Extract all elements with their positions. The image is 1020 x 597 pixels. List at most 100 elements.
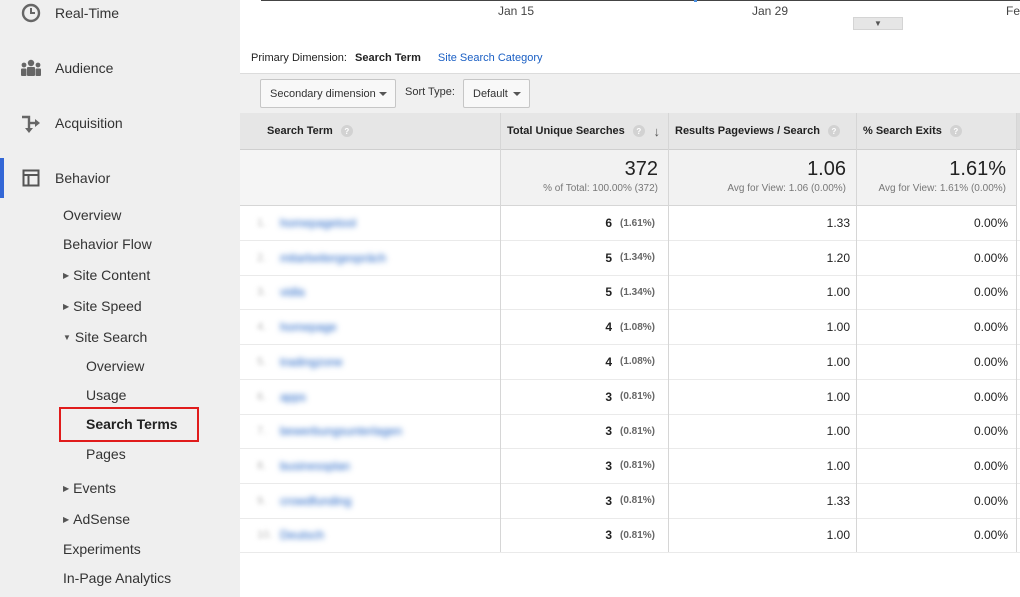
search-term-link[interactable]: apps — [280, 380, 306, 414]
unique-searches-percent: (1.34%) — [620, 252, 656, 264]
totals-search-exits-sub: Avg for View: 1.61% (0.00%) — [878, 183, 1006, 194]
search-term-link[interactable]: tradingzone — [280, 345, 343, 379]
nav-site-content[interactable]: ▶ Site Content — [63, 267, 150, 283]
primary-dimension-link-site-search-category[interactable]: Site Search Category — [438, 52, 543, 64]
header-results-pageviews-label: Results Pageviews / Search — [675, 125, 820, 137]
nav-site-search-overview[interactable]: Overview — [86, 358, 144, 374]
help-icon[interactable]: ? — [340, 125, 353, 137]
column-divider — [500, 113, 501, 552]
totals-search-exits: 1.61% Avg for View: 1.61% (0.00%) — [856, 150, 1016, 206]
table-row[interactable]: 6. apps 3 (0.81%) 1.00 0.00% — [240, 380, 1020, 415]
table-row[interactable]: 5. tradingzone 4 (1.08%) 1.00 0.00% — [240, 345, 1020, 380]
triangle-right-icon: ▶ — [63, 271, 70, 280]
unique-searches-percent: (0.81%) — [620, 460, 656, 472]
header-search-term[interactable]: Search Term ? — [240, 113, 500, 150]
nav-events[interactable]: ▶ Events — [63, 480, 116, 496]
nav-site-search-pages[interactable]: Pages — [86, 446, 126, 462]
search-terms-highlight-box — [59, 407, 199, 442]
search-term-link[interactable]: businessplan — [280, 449, 350, 483]
unique-searches-value: 5 — [605, 285, 612, 300]
results-pageviews-value: 1.00 — [826, 389, 850, 404]
nav-adsense[interactable]: ▶ AdSense — [63, 511, 130, 527]
search-term-link[interactable]: mitarbeitergespräch — [280, 241, 386, 275]
header-unique-searches[interactable]: Total Unique Searches ? ↓ — [500, 113, 668, 150]
totals-search-exits-value: 1.61% — [949, 158, 1006, 180]
nav-site-speed-label: Site Speed — [73, 298, 142, 314]
chevron-down-icon: ▼ — [874, 19, 882, 28]
nav-audience[interactable]: Audience — [0, 48, 240, 88]
nav-behavior[interactable]: Behavior — [0, 158, 240, 198]
totals-unique-searches-value: 372 — [624, 158, 658, 180]
totals-unique-searches: 372 % of Total: 100.00% (372) — [500, 150, 668, 206]
unique-searches-value: 4 — [605, 320, 612, 335]
search-term-link[interactable]: vidla — [280, 275, 305, 309]
nav-acquisition[interactable]: Acquisition — [0, 103, 240, 143]
unique-searches-value: 3 — [605, 493, 612, 508]
row-index: 7. — [257, 425, 267, 438]
column-divider — [856, 113, 857, 552]
search-exits-value: 0.00% — [973, 250, 1008, 265]
search-exits-value: 0.00% — [973, 216, 1008, 230]
sort-descending-arrow-icon: ↓ — [653, 124, 661, 139]
results-pageviews-value: 1.33 — [826, 493, 850, 508]
search-term-link[interactable]: Deutsch — [280, 518, 324, 552]
column-divider — [1016, 113, 1017, 552]
results-pageviews-value: 1.00 — [826, 285, 850, 300]
results-pageviews-value: 1.20 — [826, 250, 850, 265]
nav-site-speed[interactable]: ▶ Site Speed — [63, 298, 142, 314]
table-row[interactable]: 7. bewerbungsunterlagen 3 (0.81%) 1.00 0.00% — [240, 414, 1020, 450]
search-term-link[interactable]: bewerbungsunterlagen — [280, 414, 402, 448]
triangle-right-icon: ▶ — [63, 302, 70, 311]
help-icon[interactable]: ? — [827, 125, 840, 137]
caret-down-icon — [513, 92, 521, 96]
row-index: 5. — [257, 355, 267, 368]
search-term-link[interactable]: crowdfunding — [280, 484, 351, 518]
chart-collapse-handle[interactable]: ▼ — [853, 17, 903, 30]
totals-results-pageviews-value: 1.06 — [807, 158, 846, 180]
results-pageviews-value: 1.00 — [826, 424, 850, 439]
header-search-exits-label: % Search Exits — [863, 125, 942, 137]
results-pageviews-value: 1.00 — [826, 320, 850, 335]
nav-real-time-label: Real-Time — [55, 5, 120, 21]
search-exits-value: 0.00% — [973, 424, 1008, 439]
row-index: 1. — [257, 217, 267, 229]
nav-experiments[interactable]: Experiments — [63, 541, 141, 557]
nav-adsense-label: AdSense — [73, 511, 130, 527]
nav-in-page-analytics[interactable]: In-Page Analytics — [63, 570, 171, 586]
totals-label-cell — [240, 150, 500, 206]
nav-behavior-label: Behavior — [55, 170, 111, 186]
results-pageviews-value: 1.33 — [826, 216, 850, 230]
header-search-exits[interactable]: % Search Exits ? — [856, 113, 1016, 150]
chart-line-fragment — [694, 0, 697, 2]
help-icon[interactable]: ? — [949, 125, 962, 137]
table-row[interactable]: 9. crowdfunding 3 (0.81%) 1.33 0.00% — [240, 484, 1020, 519]
nav-site-search-usage[interactable]: Usage — [86, 387, 126, 403]
unique-searches-value: 3 — [605, 528, 612, 543]
row-index: 6. — [257, 390, 267, 403]
table-row[interactable]: 2. mitarbeitergespräch 5 (1.34%) 1.20 0.00% — [240, 241, 1020, 276]
secondary-dimension-dropdown[interactable]: Secondary dimension — [260, 79, 396, 108]
help-icon[interactable]: ? — [632, 125, 645, 137]
nav-acquisition-label: Acquisition — [55, 115, 123, 131]
sort-type-dropdown[interactable]: Default — [463, 79, 530, 108]
search-term-link[interactable]: homepage — [280, 310, 337, 344]
table-row[interactable]: 1. homepagetool 6 (1.61%) 1.33 0.00% — [240, 206, 1020, 241]
search-term-link[interactable]: homepagetool — [280, 206, 356, 240]
unique-searches-value: 3 — [605, 458, 612, 473]
header-results-pageviews[interactable]: Results Pageviews / Search ? — [668, 113, 856, 150]
table-toolbar: Secondary dimension Sort Type: Default — [240, 73, 1020, 113]
nav-behavior-overview[interactable]: Overview — [63, 207, 121, 223]
primary-dimension-current: Search Term — [355, 52, 421, 64]
primary-dimension-label: Primary Dimension: — [251, 52, 347, 64]
nav-events-label: Events — [73, 480, 116, 496]
table-row[interactable]: 4. homepage 4 (1.08%) 1.00 0.00% — [240, 310, 1020, 346]
table-row[interactable]: 3. vidla 5 (1.34%) 1.00 0.00% — [240, 275, 1020, 311]
nav-behavior-flow[interactable]: Behavior Flow — [63, 236, 152, 252]
nav-site-content-label: Site Content — [73, 267, 151, 283]
sort-type-value: Default — [473, 87, 508, 100]
table-row[interactable]: 8. businessplan 3 (0.81%) 1.00 0.00% — [240, 449, 1020, 484]
nav-site-search[interactable]: ▼ Site Search — [63, 329, 147, 345]
nav-real-time[interactable]: Real-Time — [0, 0, 240, 33]
unique-searches-percent: (0.81%) — [620, 495, 656, 507]
table-row[interactable]: 10. Deutsch 3 (0.81%) 1.00 0.00% — [240, 518, 1020, 554]
